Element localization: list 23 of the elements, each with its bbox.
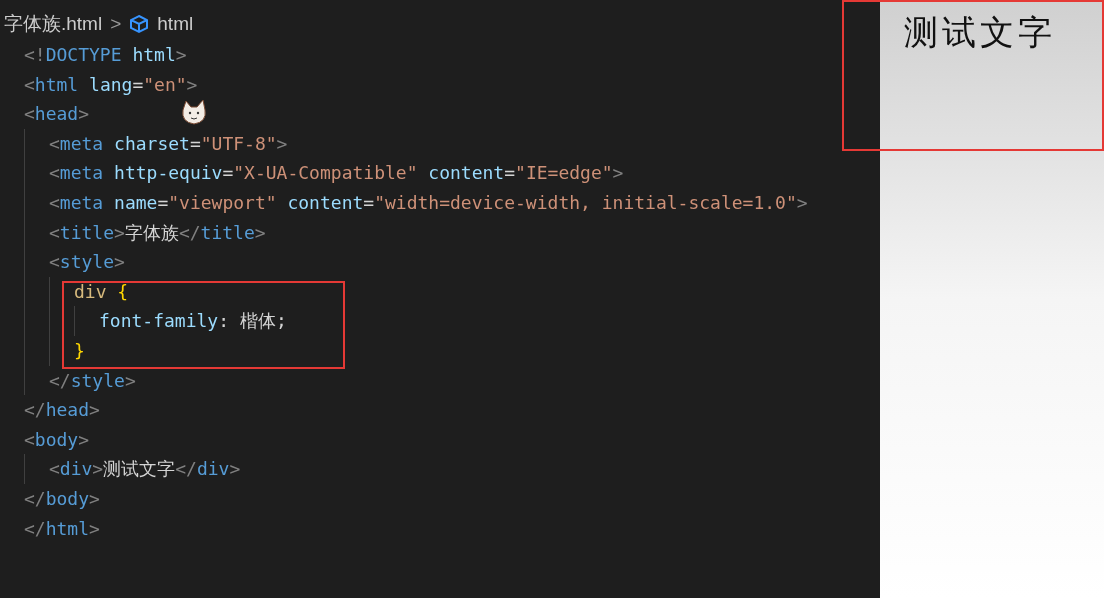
code-line: </style>: [49, 368, 136, 393]
code-line: <head>: [24, 102, 90, 127]
code-line: <body>: [24, 427, 90, 452]
code-line: <meta name="viewport" content="width=device-width, initial-scale=1.0">: [49, 190, 808, 215]
code-line: <title>字体族</title>: [49, 220, 266, 245]
code-line: </body>: [24, 486, 100, 511]
code-line: <meta http-equiv="X-UA-Compatible" content="IE=edge">: [49, 161, 624, 186]
code-line: </head>: [24, 398, 100, 423]
code-line: <style>: [49, 250, 125, 275]
cube-icon: [129, 14, 150, 34]
breadcrumb-file[interactable]: 字体族.html: [4, 9, 103, 39]
code-line: <!DOCTYPE html>: [24, 43, 187, 67]
code-line: <html lang="en">: [24, 72, 198, 97]
breadcrumb-symbol[interactable]: html: [157, 9, 194, 39]
code-line: }: [74, 338, 85, 363]
cat-face-icon: [180, 100, 208, 126]
preview-text: 测试文字: [904, 11, 1056, 54]
code-line: <div>测试文字</div>: [49, 457, 241, 482]
breadcrumb-separator: >: [110, 11, 122, 36]
code-line: font-family: 楷体;: [99, 309, 287, 334]
code-line: div {: [74, 279, 129, 304]
code-line: </html>: [24, 516, 100, 541]
code-line: <meta charset="UTF-8">: [49, 131, 288, 156]
